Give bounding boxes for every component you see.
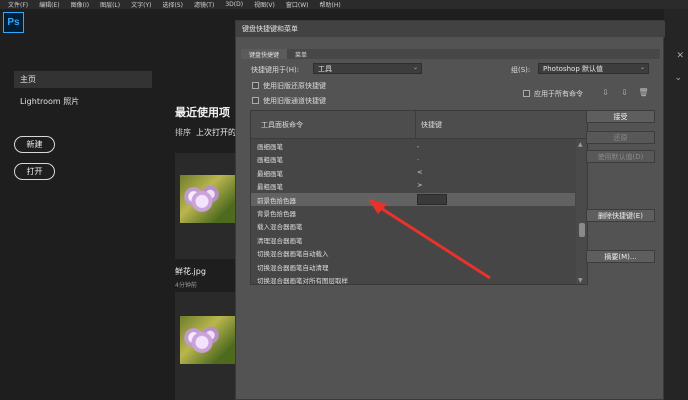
- header-command: 工具面板命令: [261, 121, 303, 129]
- chevron-down-icon[interactable]: ⌄: [674, 73, 682, 83]
- menu-item[interactable]: 图像(I): [71, 0, 89, 9]
- dialog-title: 键盘快捷键和菜单: [236, 21, 665, 37]
- recent-file-card[interactable]: [175, 153, 235, 259]
- menu-item[interactable]: 滤镜(T): [194, 0, 214, 9]
- legacy-channel-label: 使用旧版通道快捷键: [263, 97, 326, 105]
- row-command: 最细画笔: [257, 169, 283, 178]
- scroll-up-icon[interactable]: ▲: [578, 141, 583, 148]
- sort-dropdown[interactable]: 上次打开的: [196, 127, 236, 138]
- set-select[interactable]: Photoshop 默认值 ⌄: [538, 63, 649, 74]
- save-as-icon[interactable]: ⇩: [620, 88, 629, 97]
- header-shortcut: 快捷键: [421, 121, 442, 129]
- legacy-channel-checkbox[interactable]: [252, 97, 259, 104]
- row-shortcut: ,: [417, 141, 420, 149]
- table-row[interactable]: 清理混合器画笔: [251, 233, 575, 247]
- table-header: 工具面板命令 快捷键: [251, 111, 587, 139]
- row-command: 背景色拾色器: [257, 210, 296, 218]
- menu-item[interactable]: 3D(D): [225, 1, 243, 8]
- row-command: 画粗画笔: [257, 156, 283, 165]
- set-value: Photoshop 默认值: [543, 64, 604, 73]
- table-row[interactable]: 画粗画笔.: [251, 152, 575, 166]
- table-row[interactable]: 画细画笔,: [251, 139, 575, 153]
- row-shortcut: <: [417, 167, 423, 176]
- shortcuts-for-select[interactable]: 工具 ⌄: [313, 63, 422, 74]
- menu-item[interactable]: 文件(F): [8, 0, 28, 9]
- save-set-icon[interactable]: ⇩: [601, 88, 610, 97]
- row-command: 切换混合器画笔自动载入: [257, 250, 329, 259]
- delete-set-icon[interactable]: 🗑: [638, 88, 648, 97]
- open-button[interactable]: 打开: [14, 163, 55, 180]
- nav-item-lightroom[interactable]: Lightroom 照片: [14, 93, 152, 110]
- scroll-down-icon[interactable]: ▼: [578, 277, 583, 284]
- row-command: 最粗画笔: [257, 183, 283, 192]
- menu-item[interactable]: 帮助(H): [320, 0, 341, 9]
- row-command: 切换混合器画笔对所有图层取样: [257, 277, 348, 285]
- use-default-button[interactable]: 使用默认值(D): [586, 150, 655, 163]
- accept-button[interactable]: 接受: [586, 110, 655, 123]
- tab-keyboard-shortcuts[interactable]: 键盘快捷键: [241, 49, 288, 59]
- menu-item[interactable]: 选择(S): [162, 0, 183, 9]
- photoshop-logo-icon: Ps: [3, 12, 24, 33]
- scroll-thumb[interactable]: [579, 223, 585, 237]
- menu-item[interactable]: 编辑(E): [39, 0, 59, 9]
- shortcuts-for-label: 快捷键用于(H):: [251, 66, 300, 74]
- summarize-button[interactable]: 摘要(M)...: [586, 250, 655, 263]
- table-row[interactable]: 前景色拾色器: [251, 192, 575, 207]
- close-icon[interactable]: ✕: [676, 51, 684, 61]
- apply-all-checkbox[interactable]: [523, 90, 530, 97]
- nav-item-home[interactable]: 主页: [14, 71, 152, 88]
- table-row[interactable]: 载入混合器画笔: [251, 219, 575, 233]
- row-command: 清理混合器画笔: [257, 236, 303, 245]
- new-button[interactable]: 新建: [14, 136, 55, 153]
- flower-thumbnail: [180, 316, 235, 364]
- menu-item[interactable]: 文字(Y): [131, 0, 151, 9]
- row-command: 画细画笔: [257, 143, 283, 151]
- row-shortcut: .: [417, 154, 420, 163]
- table-row[interactable]: 切换混合器画笔对所有图层取样: [251, 273, 575, 285]
- sort-label: 排序: [175, 128, 191, 137]
- menu-bar: 文件(F) 编辑(E) 图像(I) 图层(L) 文字(Y) 选择(S) 滤镜(T) 3D(D)…: [0, 0, 688, 9]
- apply-all-label: 应用于所有命令: [534, 90, 583, 98]
- row-shortcut: >: [417, 181, 423, 190]
- undo-button[interactable]: 还原: [586, 131, 655, 144]
- shortcuts-for-value: 工具: [318, 64, 332, 73]
- chevron-down-icon: ⌄: [412, 64, 418, 71]
- tab-menus[interactable]: 菜单: [287, 49, 315, 59]
- menu-item[interactable]: 图层(L): [100, 0, 120, 9]
- legacy-undo-checkbox[interactable]: [252, 82, 259, 89]
- row-command: 切换混合器画笔自动清理: [257, 263, 329, 272]
- shortcuts-table: 工具面板命令 快捷键 画细画笔, 画粗画笔. 最细画笔 < 最粗画笔 > 前景色拾色器 背景色…: [250, 110, 588, 285]
- row-command: 载入混合器画笔: [257, 223, 303, 232]
- keyboard-shortcuts-dialog: 键盘快捷键和菜单 键盘快捷键 菜单 快捷键用于(H): 工具 ⌄ 组(S): P…: [235, 20, 665, 400]
- legacy-undo-label: 使用旧版还原快捷键: [263, 82, 326, 90]
- delete-shortcut-button[interactable]: 删除快捷键(E): [586, 209, 655, 222]
- set-label: 组(S):: [511, 66, 531, 74]
- table-row[interactable]: 最粗画笔 >: [251, 179, 575, 193]
- right-panel-strip: ✕ ⌄: [664, 9, 688, 400]
- table-row[interactable]: 背景色拾色器: [251, 206, 575, 220]
- menu-item[interactable]: 视图(V): [254, 0, 275, 9]
- file-time: 4分钟前: [175, 282, 197, 289]
- chevron-down-icon: ⌄: [639, 64, 645, 71]
- table-row[interactable]: 切换混合器画笔自动清理: [251, 260, 575, 274]
- table-row[interactable]: 切换混合器画笔自动载入: [251, 246, 575, 260]
- recent-file-card[interactable]: [175, 292, 235, 400]
- table-row[interactable]: 最细画笔 <: [251, 166, 575, 180]
- row-command: 前景色拾色器: [257, 196, 296, 205]
- shortcut-input[interactable]: [417, 193, 447, 205]
- dialog-tabs: 键盘快捷键 菜单: [241, 49, 660, 59]
- file-name: 鲜花.jpg: [175, 267, 206, 276]
- recent-title: 最近使用项: [175, 106, 230, 119]
- flower-thumbnail: [180, 175, 235, 223]
- menu-item[interactable]: 窗口(W): [286, 0, 309, 9]
